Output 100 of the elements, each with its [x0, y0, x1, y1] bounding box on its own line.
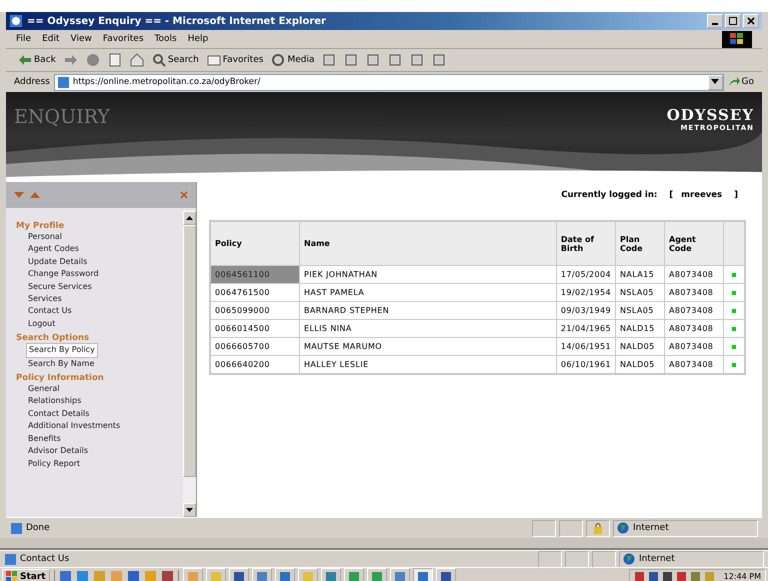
taskbar-button[interactable] [412, 568, 433, 581]
nav-link[interactable]: Services [16, 293, 62, 306]
login-label: Currently logged in: [561, 190, 658, 200]
policy-link[interactable]: 0065099000 [210, 302, 300, 320]
section-heading: My Profile [16, 221, 66, 231]
taskbar-button[interactable] [252, 568, 272, 581]
menu-item[interactable]: Help [188, 34, 208, 44]
menu-item[interactable]: Favorites [102, 34, 144, 44]
column-header: Name [300, 221, 556, 266]
menu-item[interactable]: File [16, 34, 32, 44]
nav-link[interactable]: Search By Policy [26, 343, 98, 358]
nav-link[interactable]: Agent Codes [16, 243, 79, 256]
status-pane [532, 520, 556, 536]
go-button[interactable]: Go [728, 76, 754, 88]
taskbar-button[interactable] [390, 568, 410, 581]
address-label: Address [14, 77, 50, 87]
taskbar-button[interactable] [344, 568, 364, 581]
zone-text: Internet [633, 523, 669, 533]
close-icon[interactable] [180, 191, 188, 199]
menu-item[interactable]: View [70, 34, 92, 44]
nav-link[interactable]: Search By Name [16, 358, 94, 370]
window-title: == Odyssey Enquiry == - Microsoft Internet Explorer [27, 16, 327, 26]
globe-icon [617, 522, 629, 534]
caret-icon [711, 79, 720, 85]
table-cell: A8073408 [664, 302, 724, 320]
table-cell: 21/04/1965 [556, 320, 616, 338]
nav-link[interactable]: Secure Services [16, 280, 92, 294]
table-cell: A8073408 [664, 338, 724, 356]
table-cell: 14/06/1951 [556, 338, 616, 356]
home-button[interactable] [128, 52, 146, 68]
policy-link[interactable]: 0064761500 [210, 284, 300, 302]
username: mreeves [681, 190, 722, 200]
favorites-button[interactable]: Favorites [204, 52, 266, 68]
table-cell: MAUTSE MARUMO [300, 338, 556, 356]
taskbar-button[interactable] [366, 568, 387, 581]
taskbar-button[interactable] [320, 568, 341, 581]
quick-launch-icon[interactable] [126, 570, 140, 581]
search-button[interactable]: Search [150, 52, 201, 68]
scrollbar[interactable] [183, 211, 196, 517]
table-cell: NALA15 [616, 266, 664, 284]
tray-icon[interactable] [662, 571, 673, 581]
table-cell: A8073408 [664, 266, 724, 284]
folder-icon [206, 53, 221, 67]
up-arrow-icon[interactable] [186, 216, 193, 220]
policy-link[interactable]: 0064561100 [210, 266, 300, 284]
nav-link[interactable]: Contact Us [16, 305, 72, 318]
banner-title: ENQUIRY [14, 106, 110, 130]
nav-link[interactable]: Logout [16, 318, 56, 330]
media-button[interactable]: Media [269, 52, 316, 68]
close-icon [746, 16, 756, 26]
column-header: Agent Code [664, 221, 724, 266]
maximize-button[interactable] [725, 14, 741, 28]
table-cell: PIEK JOHNATHAN [300, 266, 556, 284]
taskbar-button[interactable] [228, 568, 249, 581]
tray-icon[interactable] [648, 571, 659, 581]
nav-link[interactable]: Personal [16, 231, 62, 244]
nav-link[interactable]: Change Password [16, 268, 99, 281]
expand-icon[interactable] [30, 192, 40, 198]
taskbar-button[interactable] [274, 568, 295, 581]
address-field[interactable]: https://online.metropolitan.co.za/odyBroker/ [54, 74, 724, 90]
bracket: ] [734, 190, 738, 200]
start-button[interactable]: Start [2, 568, 50, 581]
policy-link[interactable]: 0066605700 [210, 338, 300, 356]
column-header: Policy [210, 221, 300, 266]
page-icon [56, 76, 70, 88]
logo-text: ODYSSEY [666, 106, 754, 124]
nav-link[interactable]: Advisor Details [16, 445, 88, 458]
nav-link[interactable]: Additional Investments [16, 420, 120, 433]
nav-link[interactable]: Relationships [16, 395, 82, 408]
dropdown-button[interactable] [708, 74, 723, 90]
quick-launch-icon[interactable] [58, 570, 72, 581]
status-pane [559, 520, 583, 536]
minimize-button[interactable] [707, 14, 723, 28]
zone-text: Internet [639, 554, 675, 564]
globe-icon [623, 553, 635, 565]
down-arrow-icon[interactable] [186, 508, 193, 512]
taskbar-button[interactable] [436, 568, 456, 581]
quick-launch-icon[interactable] [160, 570, 174, 581]
policy-link[interactable]: 0066014500 [210, 320, 300, 338]
nav-link[interactable]: Contact Details [16, 408, 90, 420]
nav-link[interactable]: Update Details [16, 256, 88, 268]
column-header: Date of Birth [556, 221, 616, 266]
windows-logo-icon [722, 30, 752, 48]
collapse-icon[interactable] [14, 192, 24, 198]
nav-link[interactable]: Benefits [16, 432, 61, 446]
ring-icon [271, 53, 286, 67]
close-button[interactable] [743, 14, 759, 28]
menu-item[interactable]: Tools [154, 34, 177, 44]
maximize-icon [728, 16, 738, 26]
page-icon [10, 522, 23, 534]
tray-icon[interactable] [634, 571, 645, 581]
lock-icon [593, 522, 603, 534]
menu-item[interactable]: Edit [42, 34, 60, 44]
back-button[interactable]: Back [16, 53, 58, 67]
quick-launch-icon[interactable] [76, 570, 89, 581]
minimize-icon [712, 22, 718, 24]
nav-link[interactable]: Policy Report [16, 458, 80, 470]
table-cell: 17/05/2004 [556, 266, 616, 284]
tray-icon[interactable] [676, 571, 687, 581]
nav-link[interactable]: General [16, 383, 60, 396]
